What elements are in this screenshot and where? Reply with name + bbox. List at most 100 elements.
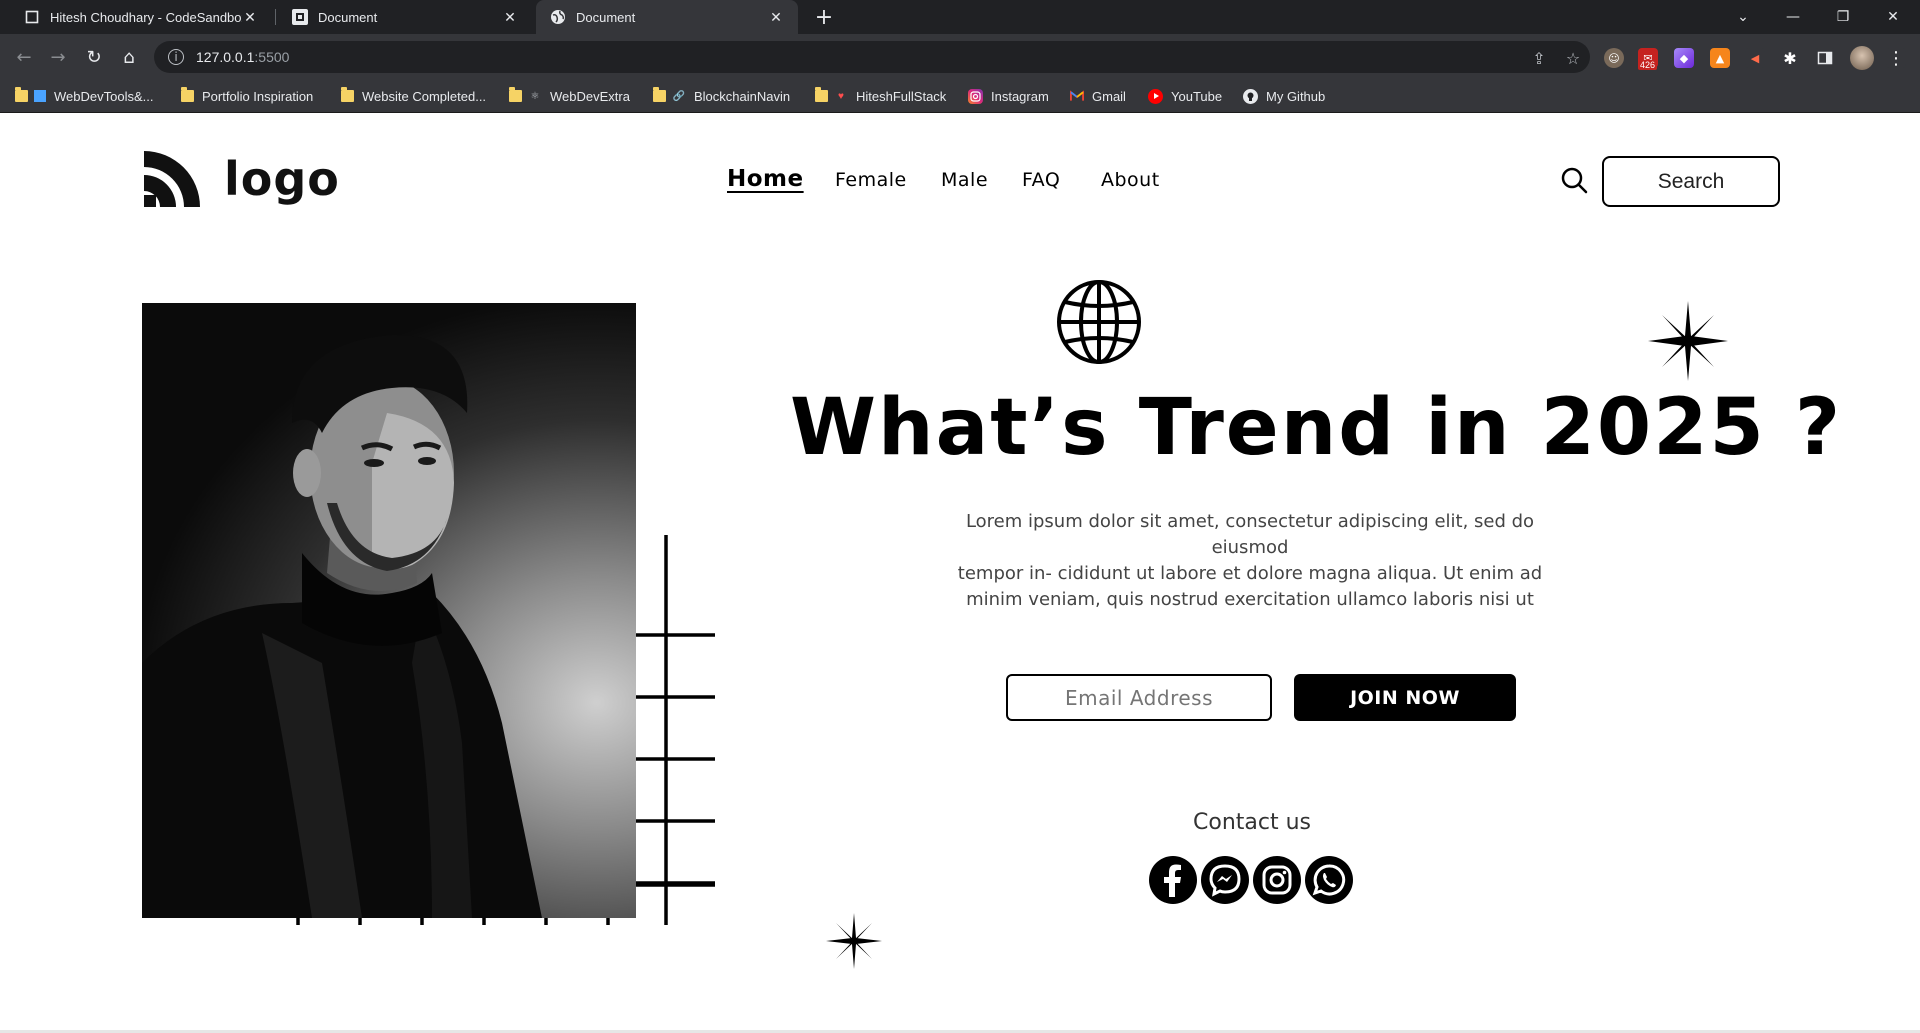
sparkle-star-icon xyxy=(826,913,882,969)
tab-title: Document xyxy=(576,9,636,25)
codesandbox-icon xyxy=(292,9,308,25)
tab-codesandbox[interactable]: Hitesh Choudhary - CodeSandbox ✕ xyxy=(10,0,272,34)
share-icon[interactable]: ⇪ xyxy=(1530,49,1548,68)
info-icon[interactable]: i xyxy=(168,49,184,65)
bookmark-item[interactable]: ♥ HiteshFullStack xyxy=(814,86,946,106)
nav-link-female[interactable]: Female xyxy=(835,169,907,191)
address-port: :5500 xyxy=(254,49,290,65)
instagram-icon xyxy=(968,88,983,104)
heart-icon: ♥ xyxy=(838,90,844,102)
bookmarks-bar: WebDevTools&... Portfolio Inspiration We… xyxy=(0,80,1920,113)
new-tab-button[interactable]: + xyxy=(812,5,836,30)
reload-button[interactable]: ↻ xyxy=(80,43,108,71)
page-viewport: logo Home Female Male FAQ About Search W… xyxy=(0,113,1920,1033)
bookmark-item[interactable]: Portfolio Inspiration xyxy=(180,86,313,106)
search-button[interactable]: Search xyxy=(1602,156,1780,207)
home-button[interactable]: ⌂ xyxy=(115,43,143,71)
profile-avatar[interactable] xyxy=(1850,46,1874,70)
tab-divider xyxy=(275,9,276,25)
folder-icon xyxy=(340,87,354,103)
logo-text: logo xyxy=(224,152,340,206)
hero-headline: What’s Trend in 2025 ? xyxy=(790,383,1843,473)
extension-badge: 426 xyxy=(1638,60,1658,70)
folder-icon xyxy=(814,87,828,103)
globe-icon xyxy=(1057,280,1141,364)
bookmark-label: WebDevTools&... xyxy=(54,88,154,104)
folder-icon xyxy=(14,87,28,103)
extension-flag-icon[interactable]: ◀ xyxy=(1745,48,1765,68)
bookmark-item[interactable]: My Github xyxy=(1243,86,1325,106)
bookmark-label: BlockchainNavin xyxy=(694,88,791,104)
nav-link-faq[interactable]: FAQ xyxy=(1022,169,1060,191)
hero-description-line: minim veniam, quis nostrud exercitation … xyxy=(966,589,1534,610)
whatsapp-icon[interactable] xyxy=(1305,856,1353,904)
bookmark-item[interactable]: Gmail xyxy=(1070,86,1126,106)
tab-document-1[interactable]: Document ✕ xyxy=(278,0,532,34)
folder-icon xyxy=(508,87,522,103)
portrait-illustration xyxy=(142,334,542,918)
address-bar[interactable]: i 127.0.0.1:5500 ⇪ ☆ xyxy=(154,41,1590,73)
nav-link-male[interactable]: Male xyxy=(941,169,988,191)
folder-icon xyxy=(652,87,666,103)
nav-link-home[interactable]: Home xyxy=(727,166,804,192)
forward-button[interactable]: → xyxy=(44,43,72,71)
close-icon[interactable]: ✕ xyxy=(502,9,518,25)
bookmark-item[interactable]: WebDevTools&... xyxy=(14,86,153,106)
react-icon: ⚛ xyxy=(530,90,540,102)
puzzle-icon[interactable]: ✱ xyxy=(1780,48,1800,68)
globe-icon xyxy=(550,9,566,25)
bookmark-label: My Github xyxy=(1266,88,1326,104)
browser-tabstrip: Hitesh Choudhary - CodeSandbox ✕ Documen… xyxy=(0,0,1920,34)
close-icon[interactable]: ✕ xyxy=(768,9,784,25)
back-button[interactable]: ← xyxy=(10,43,38,71)
minimize-button[interactable]: — xyxy=(1770,0,1816,34)
facebook-icon[interactable] xyxy=(1149,856,1197,904)
folder-icon xyxy=(180,87,194,103)
contact-heading: Contact us xyxy=(1193,810,1311,835)
hero-description: Lorem ipsum dolor sit amet, consectetur … xyxy=(925,509,1575,613)
tab-document-2[interactable]: Document ✕ xyxy=(536,0,798,34)
browser-toolbar: ← → ↻ ⌂ i 127.0.0.1:5500 ⇪ ☆ ☺ ✉ 426 ◆ ▲… xyxy=(0,34,1920,80)
tab-title: Document xyxy=(318,9,378,25)
gmail-icon xyxy=(1070,89,1084,103)
address-host: 127.0.0.1 xyxy=(196,49,255,65)
bookmark-label: Website Completed... xyxy=(362,88,487,104)
bookmark-label: Instagram xyxy=(991,88,1049,104)
address-url: 127.0.0.1:5500 xyxy=(196,49,289,65)
join-now-button[interactable]: JOIN NOW xyxy=(1294,674,1516,721)
hero-description-line: tempor in- cididunt ut labore et dolore … xyxy=(957,563,1543,584)
bookmark-label: WebDevExtra xyxy=(550,88,630,104)
bookmark-item[interactable]: Instagram xyxy=(968,86,1049,106)
email-field[interactable] xyxy=(1006,674,1272,721)
menu-kebab-icon[interactable]: ⋮ xyxy=(1886,48,1906,69)
sparkle-star-icon xyxy=(1648,301,1728,381)
tab-search-icon[interactable]: ⌄ xyxy=(1720,0,1766,34)
search-icon[interactable] xyxy=(1560,166,1588,194)
nav-link-about[interactable]: About xyxy=(1101,169,1160,191)
extension-face-icon[interactable]: ☺ xyxy=(1604,48,1624,68)
bookmark-label: Portfolio Inspiration xyxy=(202,88,314,104)
bookmark-star-icon[interactable]: ☆ xyxy=(1564,49,1582,68)
bookmark-item[interactable]: 🔗 BlockchainNavin xyxy=(652,86,790,106)
extension-gem-icon[interactable]: ◆ xyxy=(1674,48,1694,68)
hero-portrait-photo xyxy=(142,303,636,918)
close-window-button[interactable]: ✕ xyxy=(1870,0,1916,34)
youtube-icon xyxy=(1148,88,1163,104)
sidepanel-icon[interactable] xyxy=(1815,48,1835,68)
hero-description-line: Lorem ipsum dolor sit amet, consectetur … xyxy=(965,511,1535,558)
restore-button[interactable]: ❐ xyxy=(1820,0,1866,34)
site-logo[interactable]: logo xyxy=(140,147,340,211)
messenger-icon[interactable] xyxy=(1201,856,1249,904)
bookmark-label: YouTube xyxy=(1171,88,1223,104)
close-icon[interactable]: ✕ xyxy=(242,9,258,25)
bookmark-item[interactable]: YouTube xyxy=(1148,86,1222,106)
tab-title: Hitesh Choudhary - CodeSandbox xyxy=(50,9,242,25)
bookmark-site-icon xyxy=(34,90,46,102)
github-icon xyxy=(1243,88,1258,104)
bookmark-label: HiteshFullStack xyxy=(856,88,947,104)
bookmark-item[interactable]: ⚛ WebDevExtra xyxy=(508,86,630,106)
metamask-icon[interactable]: ▲ xyxy=(1710,48,1730,68)
bookmark-item[interactable]: Website Completed... xyxy=(340,86,486,106)
instagram-icon[interactable] xyxy=(1253,856,1301,904)
social-links xyxy=(1149,856,1357,904)
